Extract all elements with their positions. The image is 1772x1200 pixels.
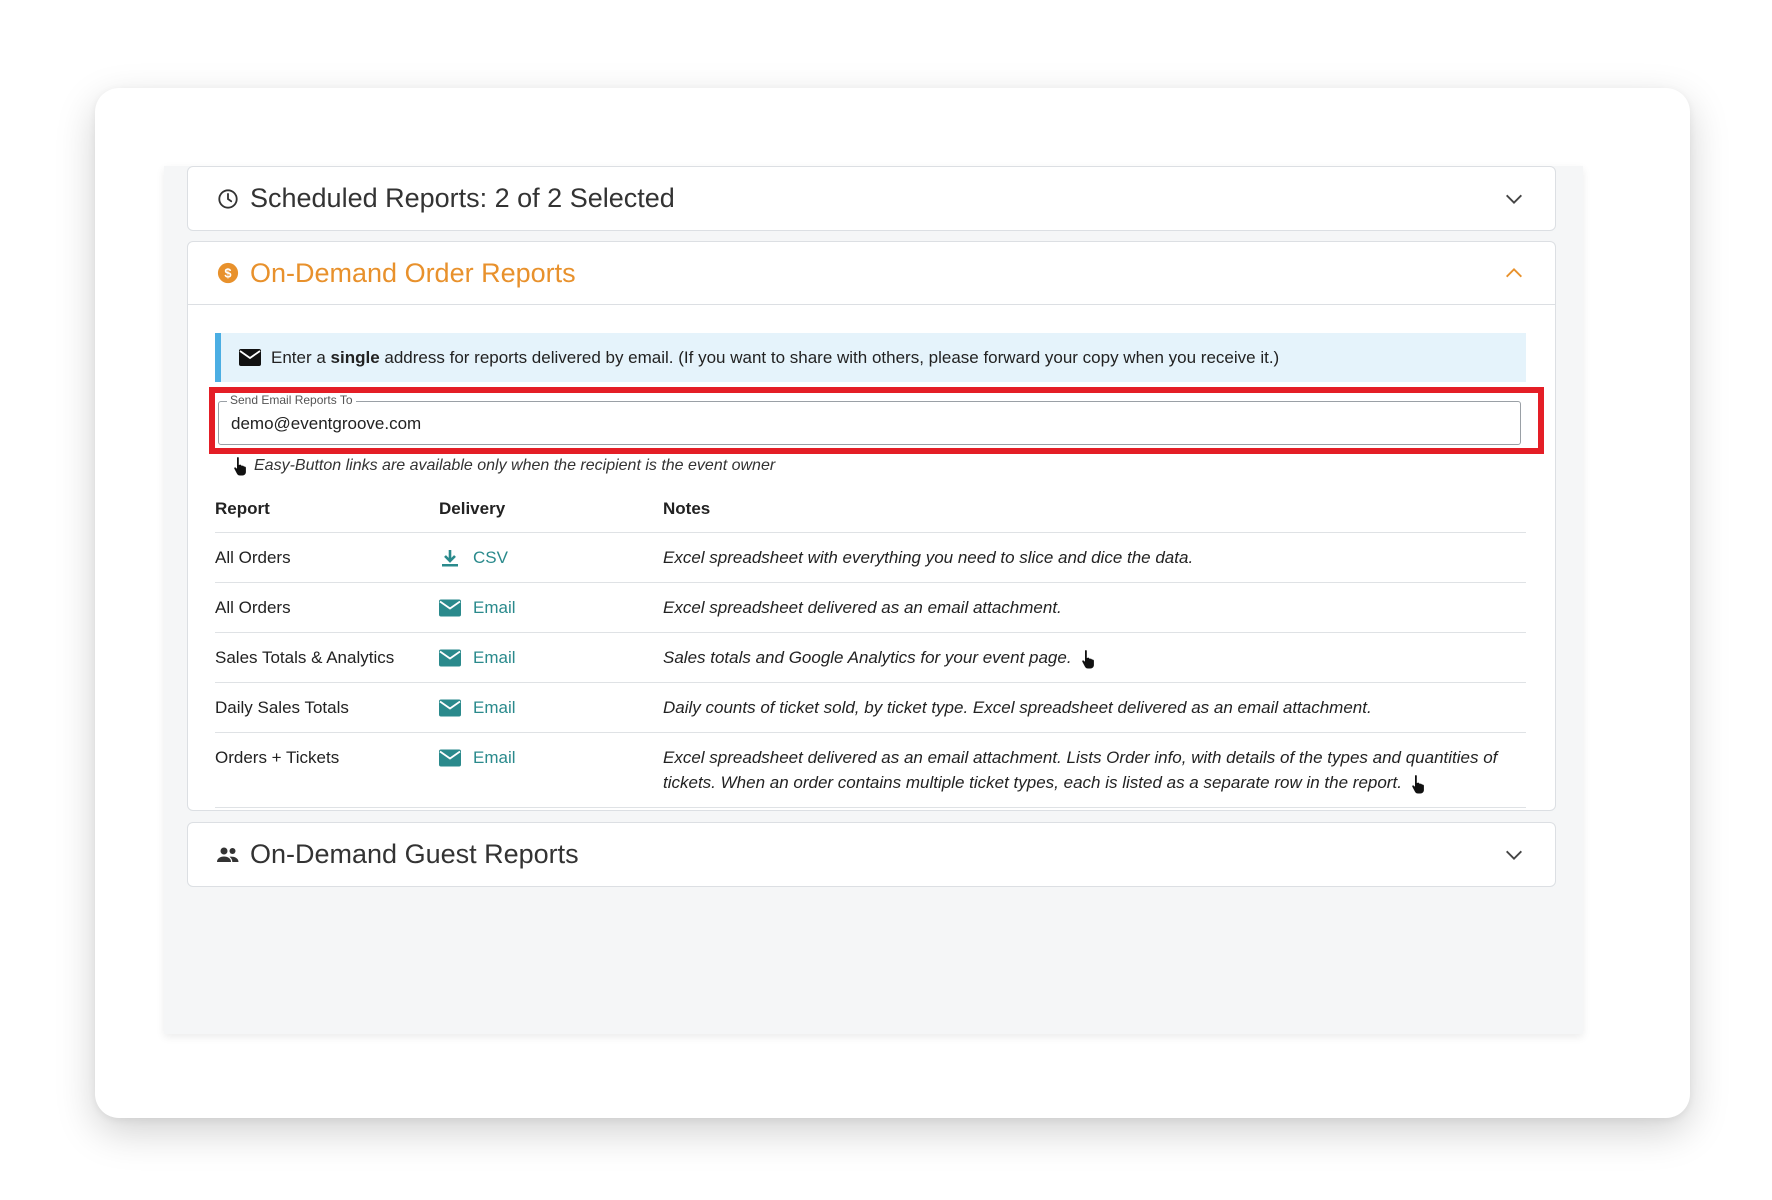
col-header-notes: Notes bbox=[663, 498, 1526, 533]
mail-icon bbox=[439, 649, 461, 666]
table-row: Sales Totals & Analytics Email Sales total… bbox=[215, 632, 1526, 683]
scheduled-reports-title: Scheduled Reports: 2 of 2 Selected bbox=[250, 183, 675, 213]
delivery-link[interactable]: CSV bbox=[439, 545, 663, 570]
chevron-up-icon[interactable] bbox=[1503, 262, 1525, 284]
notes-text: Sales totals and Google Analytics for yo… bbox=[663, 648, 1072, 667]
mail-icon bbox=[439, 599, 461, 616]
chevron-down-icon[interactable] bbox=[1503, 188, 1525, 210]
notes-cell: Sales totals and Google Analytics for yo… bbox=[663, 632, 1526, 683]
delivery-label[interactable]: Email bbox=[473, 745, 516, 770]
delivery-cell: Email bbox=[439, 732, 663, 808]
table-row: Daily Sales Totals Email Daily counts of t… bbox=[215, 682, 1526, 733]
scheduled-reports-header[interactable]: Scheduled Reports: 2 of 2 Selected bbox=[188, 167, 1555, 230]
delivery-cell: Email bbox=[439, 682, 663, 733]
mail-icon bbox=[439, 749, 461, 766]
send-email-field[interactable]: Send Email Reports To bbox=[218, 393, 1521, 445]
hand-pointer-icon[interactable] bbox=[1410, 774, 1426, 794]
notes-text: Excel spreadsheet delivered as an email … bbox=[663, 748, 1498, 792]
delivery-link[interactable]: Email bbox=[439, 745, 663, 770]
table-header-row: Report Delivery Notes bbox=[215, 498, 1526, 533]
reports-panel: Scheduled Reports: 2 of 2 Selected $ On-… bbox=[164, 166, 1583, 1034]
hand-pointer-icon bbox=[234, 457, 246, 476]
dollar-circle-icon: $ bbox=[216, 261, 240, 285]
table-row: All Orders Email Excel spreadsheet deliver… bbox=[215, 582, 1526, 633]
notes-cell: Excel spreadsheet with everything you ne… bbox=[663, 532, 1526, 583]
report-name: Sales Totals & Analytics bbox=[215, 632, 439, 683]
info-banner: Enter a single address for reports deliv… bbox=[215, 333, 1526, 382]
notes-text: Excel spreadsheet with everything you ne… bbox=[663, 548, 1194, 567]
send-email-input[interactable] bbox=[229, 413, 1433, 435]
notes-cell: Daily counts of ticket sold, by ticket t… bbox=[663, 682, 1526, 733]
scheduled-reports-section[interactable]: Scheduled Reports: 2 of 2 Selected bbox=[187, 166, 1556, 231]
order-reports-header[interactable]: $ On-Demand Order Reports bbox=[188, 242, 1555, 305]
delivery-label[interactable]: Email bbox=[473, 595, 516, 620]
delivery-link[interactable]: Email bbox=[439, 695, 663, 720]
report-name: Daily Sales Totals bbox=[215, 682, 439, 733]
order-reports-section: $ On-Demand Order Reports Enter a single… bbox=[187, 241, 1556, 869]
guest-reports-header[interactable]: On-Demand Guest Reports bbox=[188, 823, 1555, 886]
guest-reports-title: On-Demand Guest Reports bbox=[250, 839, 579, 869]
info-text-suffix: address for reports delivered by email. … bbox=[379, 347, 1280, 367]
envelope-icon bbox=[239, 349, 261, 366]
delivery-link[interactable]: Email bbox=[439, 645, 663, 670]
info-text-bold: single bbox=[330, 347, 380, 367]
delivery-cell: Email bbox=[439, 632, 663, 683]
report-name: Orders + Tickets bbox=[215, 732, 439, 808]
col-header-delivery: Delivery bbox=[439, 498, 663, 533]
info-text-prefix: Enter a bbox=[271, 347, 331, 367]
delivery-label[interactable]: Email bbox=[473, 695, 516, 720]
easy-button-note: Easy-Button links are available only whe… bbox=[232, 456, 775, 476]
delivery-link[interactable]: Email bbox=[439, 595, 663, 620]
table-row: All Orders CSV Excel spreadsheet with ever… bbox=[215, 532, 1526, 583]
download-icon bbox=[442, 549, 458, 566]
send-email-label: Send Email Reports To bbox=[227, 393, 356, 407]
report-name: All Orders bbox=[215, 532, 439, 583]
table-row: Orders + Tickets Email Excel spreadsheet d… bbox=[215, 732, 1526, 808]
delivery-label[interactable]: CSV bbox=[473, 545, 508, 570]
report-name: All Orders bbox=[215, 582, 439, 633]
guest-reports-section[interactable]: On-Demand Guest Reports bbox=[187, 822, 1556, 887]
notes-text: Daily counts of ticket sold, by ticket t… bbox=[663, 698, 1372, 717]
notes-text: Excel spreadsheet delivered as an email … bbox=[663, 598, 1062, 617]
people-icon bbox=[216, 843, 240, 867]
delivery-cell: CSV bbox=[439, 532, 663, 583]
delivery-cell: Email bbox=[439, 582, 663, 633]
delivery-label[interactable]: Email bbox=[473, 645, 516, 670]
easy-button-note-text: Easy-Button links are available only whe… bbox=[254, 457, 776, 474]
notes-cell: Excel spreadsheet delivered as an email … bbox=[663, 732, 1526, 808]
notes-cell: Excel spreadsheet delivered as an email … bbox=[663, 582, 1526, 633]
clock-icon bbox=[216, 187, 240, 211]
hand-pointer-icon[interactable] bbox=[1080, 649, 1096, 669]
col-header-report: Report bbox=[215, 498, 439, 533]
chevron-down-icon[interactable] bbox=[1503, 844, 1525, 866]
order-reports-title: On-Demand Order Reports bbox=[250, 257, 576, 288]
mail-icon bbox=[439, 699, 461, 716]
svg-text:$: $ bbox=[224, 266, 231, 281]
